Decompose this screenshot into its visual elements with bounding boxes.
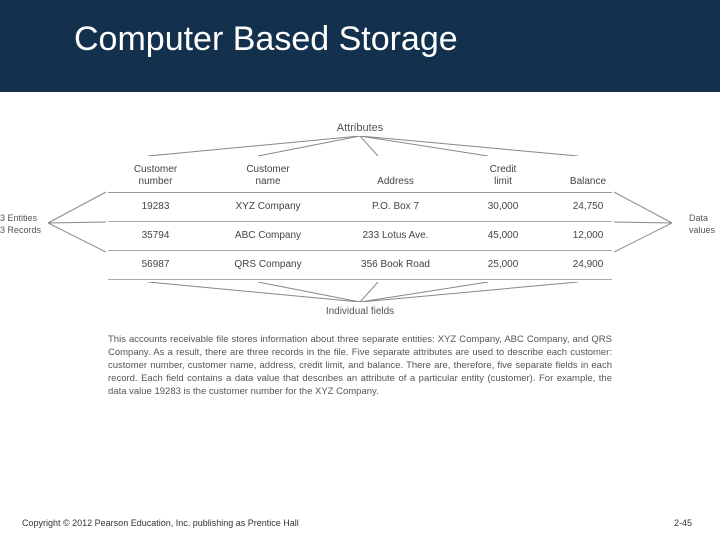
data-rows: 19283 XYZ Company P.O. Box 7 30,000 24,7… bbox=[108, 193, 612, 280]
title-bar: Computer Based Storage bbox=[0, 0, 720, 92]
column-headers: Customernumber Customername Address Cred… bbox=[108, 158, 612, 193]
col-header-address: Address bbox=[338, 176, 453, 188]
copyright-text: Copyright © 2012 Pearson Education, Inc.… bbox=[22, 518, 299, 528]
col-header-customer-number: Customernumber bbox=[108, 164, 203, 188]
table-row: 19283 XYZ Company P.O. Box 7 30,000 24,7… bbox=[108, 193, 612, 222]
table-row: 35794 ABC Company 233 Lotus Ave. 45,000 … bbox=[108, 222, 612, 251]
cell: 25,000 bbox=[468, 259, 538, 270]
cell: 45,000 bbox=[468, 230, 538, 241]
cell: 24,900 bbox=[553, 259, 623, 270]
cell: 24,750 bbox=[553, 201, 623, 212]
cell: 19283 bbox=[108, 201, 203, 212]
cell: 356 Book Road bbox=[338, 259, 453, 270]
fan-bottom-icon bbox=[108, 282, 612, 302]
figure: Attributes Customernumber Customername A… bbox=[60, 122, 660, 398]
cell: 30,000 bbox=[468, 201, 538, 212]
page-number: 2-45 bbox=[674, 518, 692, 528]
col-header-balance: Balance bbox=[553, 176, 623, 188]
entities-annotation: 3 Entities3 Records bbox=[0, 212, 41, 236]
attributes-label: Attributes bbox=[60, 122, 660, 134]
fan-right-icon bbox=[614, 180, 672, 266]
cell: QRS Company bbox=[213, 259, 323, 270]
cell: P.O. Box 7 bbox=[338, 201, 453, 212]
data-values-annotation: Datavalues bbox=[689, 212, 715, 236]
cell: ABC Company bbox=[213, 230, 323, 241]
col-header-customer-name: Customername bbox=[213, 164, 323, 188]
slide-title: Computer Based Storage bbox=[74, 20, 458, 59]
figure-caption: This accounts receivable file stores inf… bbox=[108, 333, 612, 398]
cell: 56987 bbox=[108, 259, 203, 270]
cell: 12,000 bbox=[553, 230, 623, 241]
fan-top-icon bbox=[108, 136, 612, 156]
col-header-credit-limit: Creditlimit bbox=[468, 164, 538, 188]
table-row: 56987 QRS Company 356 Book Road 25,000 2… bbox=[108, 251, 612, 280]
fan-left-icon bbox=[48, 180, 106, 266]
individual-fields-label: Individual fields bbox=[60, 306, 660, 317]
cell: 35794 bbox=[108, 230, 203, 241]
cell: XYZ Company bbox=[213, 201, 323, 212]
cell: 233 Lotus Ave. bbox=[338, 230, 453, 241]
